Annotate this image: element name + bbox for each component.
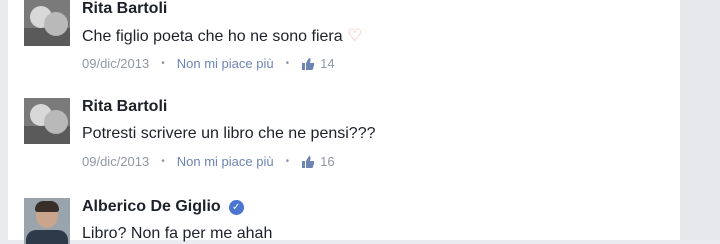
like-count[interactable]: 14	[320, 56, 334, 72]
like-count[interactable]: 16	[320, 154, 334, 170]
unlike-link[interactable]: Non mi piace più	[177, 56, 274, 72]
comment-date[interactable]: 09/dic/2013	[82, 154, 149, 170]
separator-dot: •	[285, 156, 290, 167]
right-sidebar	[680, 0, 720, 240]
avatar[interactable]	[24, 0, 70, 46]
separator-dot: •	[161, 156, 165, 167]
comment-text-body: Che figlio poeta che ho ne sono fiera	[82, 28, 343, 45]
comment-feed: Rita Bartoli Che figlio poeta che ho ne …	[8, 0, 680, 244]
comment-author[interactable]: Rita Bartoli	[82, 0, 167, 18]
comment-author[interactable]: Rita Bartoli	[82, 98, 167, 116]
like-icon	[301, 156, 315, 168]
comment-text: Potresti scrivere un libro che ne pensi?…	[82, 125, 376, 142]
comment-text: Libro? Non fa per me ahah	[82, 225, 273, 242]
avatar[interactable]	[24, 98, 70, 144]
comment-date[interactable]: 09/dic/2013	[82, 56, 149, 72]
comment-meta: 09/dic/2013 • Non mi piace più • 14	[82, 56, 362, 72]
comment-meta: 09/dic/2013 • Non mi piace più • 16	[82, 154, 376, 170]
comment-author[interactable]: Alberico De Giglio	[82, 198, 221, 216]
verified-badge-icon: ✓	[228, 199, 244, 215]
unlike-link[interactable]: Non mi piace più	[177, 154, 274, 170]
like-icon	[301, 58, 315, 70]
avatar[interactable]	[24, 198, 70, 244]
comment-text: Che figlio poeta che ho ne sono fiera ♡	[82, 26, 362, 46]
separator-dot: •	[285, 58, 290, 69]
heart-icon: ♡	[347, 26, 363, 45]
separator-dot: •	[161, 58, 165, 69]
